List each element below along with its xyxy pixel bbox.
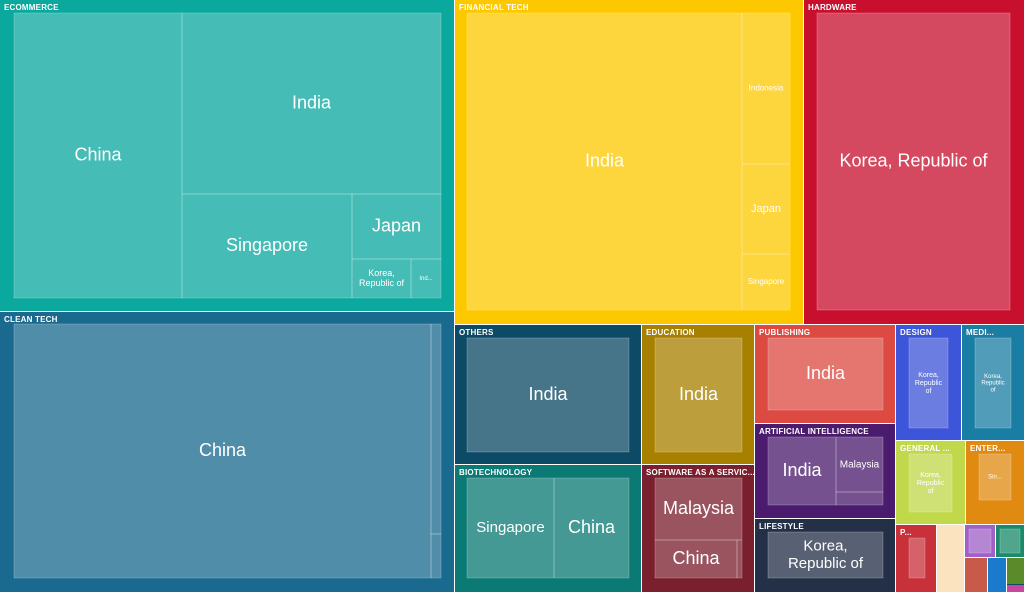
cell-label: India: [806, 363, 846, 383]
treemap-cell[interactable]: [430, 323, 442, 535]
treemap-group-20[interactable]: [988, 558, 1006, 592]
cell-label: China: [568, 517, 616, 537]
group-label: ECOMMERCE: [4, 3, 59, 12]
group-label: ENTER...: [970, 444, 1005, 453]
cell-label: Singapore: [476, 519, 544, 536]
group-rect[interactable]: [988, 558, 1006, 592]
cell-label: Ind...: [419, 276, 433, 282]
treemap-cell[interactable]: [968, 528, 992, 554]
treemap-group-15[interactable]: P...: [896, 525, 936, 592]
cell-label: Indonesia: [749, 84, 784, 93]
cell-label: India: [782, 460, 822, 480]
treemap-chart: ECOMMERCEChinaIndiaSingaporeJapanKorea, R…: [0, 0, 1024, 592]
group-label: ARTIFICIAL INTELLIGENCE: [759, 427, 869, 436]
treemap-group-11[interactable]: DESIGNKorea, Republic of: [896, 325, 961, 440]
treemap-group-23[interactable]: [1007, 585, 1024, 592]
treemap-group-0[interactable]: ECOMMERCEChinaIndiaSingaporeJapanKorea, R…: [0, 0, 454, 311]
treemap-cell[interactable]: [430, 533, 442, 579]
treemap-group-4[interactable]: OTHERS India: [455, 325, 641, 464]
treemap-group-12[interactable]: MEDI...Korea, Republic of: [962, 325, 1024, 440]
cell-label: Sin...: [988, 475, 1002, 481]
group-label: EDUCATION: [646, 328, 695, 337]
group-rect[interactable]: [1007, 558, 1024, 584]
treemap-cell[interactable]: [999, 528, 1021, 554]
cell-label: China: [74, 144, 122, 164]
treemap-group-5[interactable]: EDUCATION India: [642, 325, 754, 464]
group-label: MEDI...: [966, 328, 994, 337]
treemap-group-10[interactable]: LIFESTYLEKorea, Republic of: [755, 519, 895, 592]
cell-label: Singapore: [748, 277, 785, 286]
cell-label: China: [199, 440, 247, 460]
group-label: OTHERS: [459, 328, 494, 337]
treemap-group-3[interactable]: CLEAN TECH China: [0, 312, 454, 592]
group-label: SOFTWARE AS A SERVIC...: [646, 468, 755, 477]
group-label: BIOTECHNOLOGY: [459, 468, 533, 477]
cell-label: India: [585, 150, 625, 170]
treemap-group-19[interactable]: [965, 558, 987, 592]
treemap-group-1[interactable]: FINANCIAL TECH India Indonesia Japan Singapo…: [455, 0, 803, 324]
cell-label: Japan: [751, 203, 781, 215]
group-label: LIFESTYLE: [759, 522, 804, 531]
group-rect[interactable]: [937, 525, 964, 592]
cell-label: Korea, Republic of: [839, 150, 988, 170]
cell-label: Singapore: [226, 235, 308, 255]
treemap-cell[interactable]: [908, 537, 926, 579]
treemap-group-18[interactable]: [996, 525, 1024, 557]
cell-label: India: [292, 92, 332, 112]
group-rect[interactable]: [1007, 585, 1024, 592]
treemap-group-7[interactable]: BIOTECHNOLOGY Singapore China: [455, 465, 641, 592]
cell-label: India: [679, 384, 719, 404]
treemap-group-17[interactable]: [965, 525, 995, 557]
group-label: PUBLISHING: [759, 328, 810, 337]
group-label: HARDWARE: [808, 3, 857, 12]
cell-label: India: [528, 384, 568, 404]
treemap-group-6[interactable]: PUBLISHING India: [755, 325, 895, 423]
cell-label: Japan: [372, 215, 421, 235]
treemap-group-9[interactable]: SOFTWARE AS A SERVIC... Malaysia China: [642, 465, 755, 592]
treemap-group-8[interactable]: ARTIFICIAL INTELLIGENCE India Malaysia: [755, 424, 895, 518]
group-label: FINANCIAL TECH: [459, 3, 529, 12]
cell-label: China: [672, 548, 720, 568]
treemap-cell[interactable]: [835, 491, 884, 506]
group-label: CLEAN TECH: [4, 315, 58, 324]
group-label: GENERAL ...: [900, 444, 950, 453]
group-rect[interactable]: [965, 558, 987, 592]
treemap-group-16[interactable]: [937, 525, 964, 592]
treemap-cell[interactable]: [736, 539, 743, 579]
cell-label: Malaysia: [663, 498, 735, 518]
treemap-group-13[interactable]: GENERAL ...Korea, Republic of: [896, 441, 965, 524]
group-label: DESIGN: [900, 328, 932, 337]
group-label: P...: [900, 528, 912, 537]
cell-label: Malaysia: [840, 459, 880, 470]
treemap-group-2[interactable]: HARDWARE Korea, Republic of: [804, 0, 1024, 324]
treemap-group-14[interactable]: ENTER... Sin...: [966, 441, 1024, 524]
treemap-group-22[interactable]: [1007, 558, 1024, 584]
